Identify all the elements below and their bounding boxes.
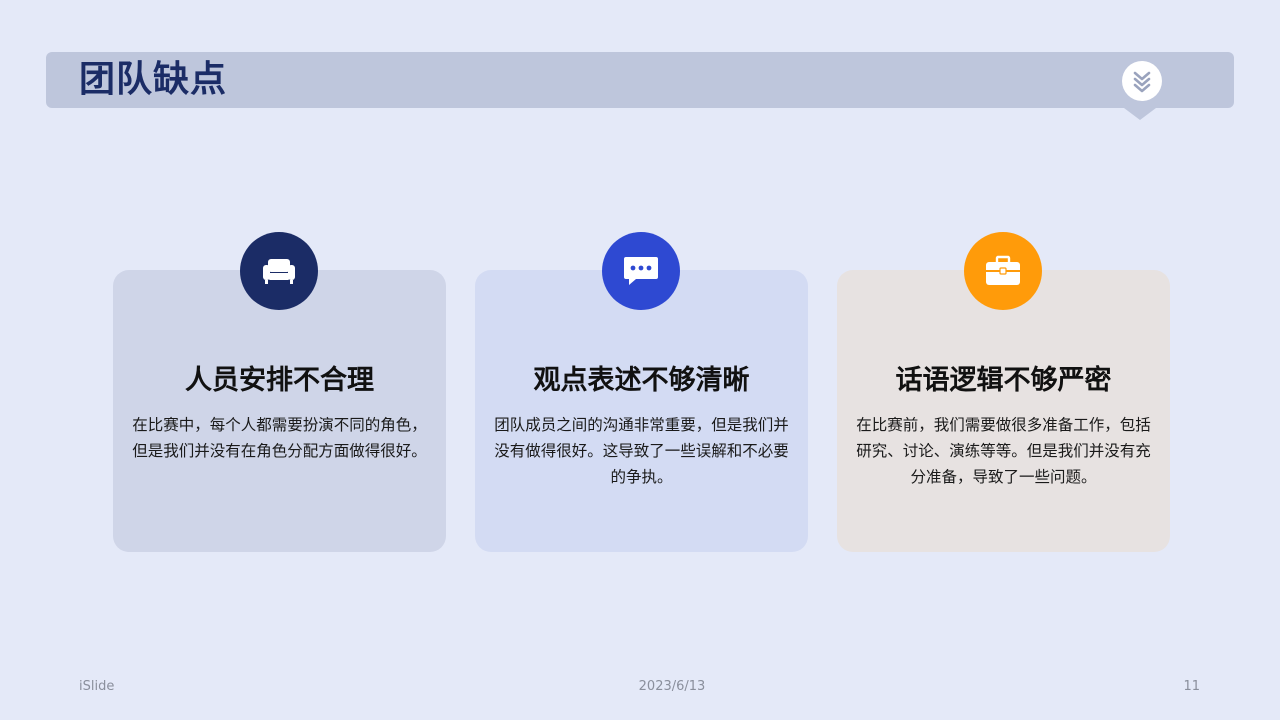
card-clarity: 观点表述不够清晰 团队成员之间的沟通非常重要，但是我们并没有做得很好。这导致了一… bbox=[475, 232, 808, 552]
card-text: 在比赛中，每个人都需要扮演不同的角色，但是我们并没有在角色分配方面做得很好。 bbox=[132, 416, 427, 460]
title-bar: 团队缺点 bbox=[46, 52, 1234, 120]
card-text: 在比赛前，我们需要做很多准备工作，包括研究、讨论、演练等等。但是我们并没有充分准… bbox=[856, 416, 1151, 486]
footer-date: 2023/6/13 bbox=[638, 679, 706, 694]
sofa-icon bbox=[240, 232, 318, 310]
double-chevron-down-icon bbox=[1122, 61, 1162, 101]
page-number: 11 bbox=[1183, 679, 1200, 694]
chat-bubble-icon bbox=[602, 232, 680, 310]
footer-brand: iSlide bbox=[79, 679, 115, 694]
card-title: 话语逻辑不够严密 bbox=[895, 365, 1112, 396]
card-text: 团队成员之间的沟通非常重要，但是我们并没有做得很好。这导致了一些误解和不必要的争… bbox=[494, 416, 789, 486]
card-title: 人员安排不合理 bbox=[185, 365, 374, 396]
slide-title: 团队缺点 bbox=[79, 59, 228, 100]
card-title: 观点表述不够清晰 bbox=[533, 365, 750, 396]
title-bar-notch bbox=[1124, 108, 1156, 120]
card-logic: 话语逻辑不够严密 在比赛前，我们需要做很多准备工作，包括研究、讨论、演练等等。但… bbox=[837, 232, 1170, 552]
card-staffing: 人员安排不合理 在比赛中，每个人都需要扮演不同的角色，但是我们并没有在角色分配方… bbox=[113, 232, 446, 552]
briefcase-icon bbox=[964, 232, 1042, 310]
